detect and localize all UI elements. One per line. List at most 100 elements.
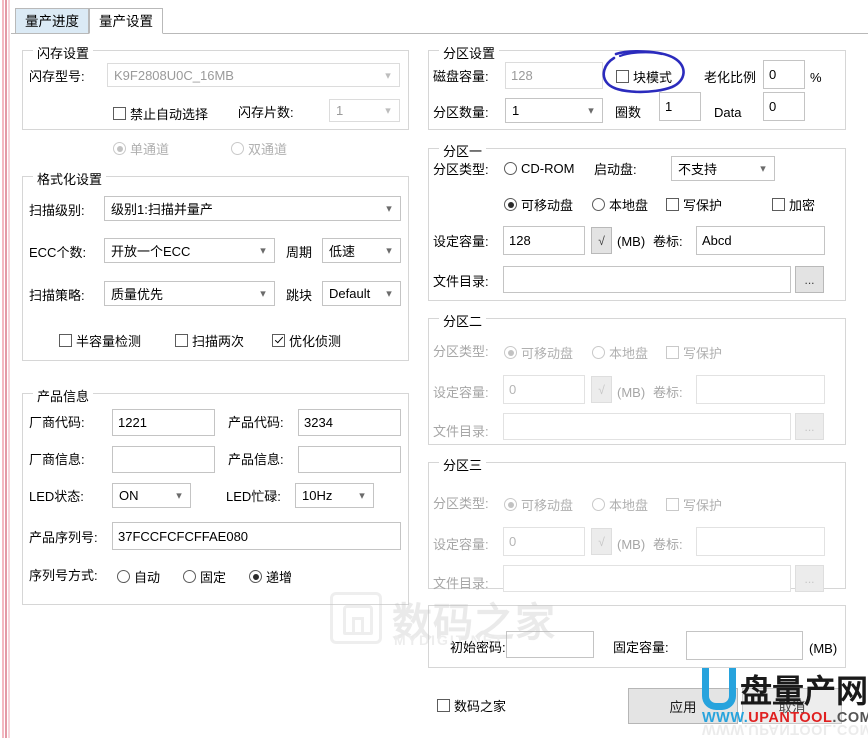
chevron-down-icon: ▾ [378, 202, 400, 215]
initial-password-input[interactable] [506, 631, 594, 658]
disk-capacity-input[interactable] [505, 62, 603, 89]
checkbox-box [437, 699, 450, 712]
radio-partition-one-removable[interactable]: 可移动盘 [504, 195, 573, 214]
partition-three-capacity-input[interactable] [503, 527, 585, 556]
scan-level-combo[interactable]: 级别1:扫描并量产 ▾ [104, 196, 401, 221]
label-partition-two-mb: (MB) [617, 385, 645, 401]
partition-two-capacity-confirm-button[interactable]: √ [591, 376, 612, 403]
chevron-down-icon: ▾ [252, 244, 274, 257]
partition-two-volume-input[interactable] [696, 375, 825, 404]
checkbox-label: 扫描两次 [192, 331, 244, 350]
checkbox-box [772, 198, 785, 211]
vendor-code-input[interactable] [112, 409, 215, 436]
product-code-input[interactable] [298, 409, 401, 436]
label-partition-two-dir: 文件目录: [433, 424, 489, 440]
flash-chip-count-combo[interactable]: 1 ▾ [329, 99, 400, 122]
checkbox-partition-one-write-protect[interactable]: 写保护 [666, 195, 722, 214]
vendor-info-input[interactable] [112, 446, 215, 473]
radio-label: 可移动盘 [521, 495, 573, 514]
checkbox-mydigit[interactable]: 数码之家 [437, 696, 506, 715]
led-busy-combo[interactable]: 10Hz ▾ [295, 483, 374, 508]
checkbox-half-capacity-check[interactable]: 半容量检测 [59, 331, 141, 350]
loop-count-input[interactable] [659, 92, 701, 121]
label-partition-two-volume: 卷标: [653, 385, 683, 401]
label-fixed-capacity-mb: (MB) [809, 641, 837, 657]
partition-three-dir-input[interactable] [503, 565, 791, 592]
partition-three-volume-input[interactable] [696, 527, 825, 556]
chevron-down-icon: ▾ [378, 287, 400, 300]
scan-policy-combo[interactable]: 质量优先 ▾ [104, 281, 275, 306]
checkbox-box [113, 107, 126, 120]
group-title-flash-settings: 闪存设置 [33, 43, 93, 62]
partition-two-capacity-input[interactable] [503, 375, 585, 404]
checkbox-box [272, 334, 285, 347]
radio-single-channel[interactable]: 单通道 [113, 139, 169, 158]
partition-one-dir-input[interactable] [503, 266, 791, 293]
led-state-combo[interactable]: ON ▾ [112, 483, 191, 508]
radio-partition-three-local[interactable]: 本地盘 [592, 495, 648, 514]
chevron-down-icon: ▾ [252, 287, 274, 300]
tab-production-progress[interactable]: 量产进度 [15, 8, 89, 34]
data-input[interactable] [763, 92, 805, 121]
logo-brand-cn: 盘量产网 [740, 666, 868, 712]
checkbox-box [666, 498, 679, 511]
tab-production-settings[interactable]: 量产设置 [89, 8, 163, 34]
period-combo[interactable]: 低速 ▾ [322, 238, 401, 263]
partition-two-browse-button[interactable]: ... [795, 413, 824, 440]
partition-two-dir-input[interactable] [503, 413, 791, 440]
flash-model-combo[interactable]: K9F2808U0C_16MB ▾ [107, 63, 400, 87]
partition-three-browse-button[interactable]: ... [795, 565, 824, 592]
radio-dual-channel[interactable]: 双通道 [231, 139, 287, 158]
checkbox-box [175, 334, 188, 347]
radio-partition-one-cdrom[interactable]: CD-ROM [504, 161, 574, 176]
logo-url-reflection-suffix: .COM [832, 721, 868, 737]
partition-count-value: 1 [506, 103, 580, 118]
checkbox-box [666, 346, 679, 359]
serial-number-input[interactable] [112, 522, 401, 550]
checkbox-label: 半容量检测 [76, 331, 141, 350]
radio-serial-mode-auto[interactable]: 自动 [117, 567, 160, 586]
checkbox-partition-one-encrypt[interactable]: 加密 [772, 195, 815, 214]
partition-one-capacity-input[interactable] [503, 226, 585, 255]
radio-label: 本地盘 [609, 495, 648, 514]
chevron-down-icon: ▾ [377, 104, 399, 117]
label-partition-count: 分区数量: [433, 105, 489, 121]
label-ecc-count: ECC个数: [29, 245, 86, 261]
partition-one-volume-input[interactable] [696, 226, 825, 255]
logo-url-reflection: WWW.UPANTOOL.COM [702, 721, 868, 737]
checkbox-scan-twice[interactable]: 扫描两次 [175, 331, 244, 350]
checkbox-disable-auto-select[interactable]: 禁止自动选择 [113, 104, 208, 123]
partition-one-boot-combo[interactable]: 不支持 ▾ [671, 156, 775, 181]
logo-url-reflection-prefix: WWW. [702, 721, 748, 737]
product-info-input[interactable] [298, 446, 401, 473]
checkbox-label: 优化侦测 [289, 331, 341, 350]
window-edge-stripe [2, 0, 4, 738]
checkbox-partition-two-write-protect[interactable]: 写保护 [666, 343, 722, 362]
skip-block-combo[interactable]: Default ▾ [322, 281, 401, 306]
partition-count-combo[interactable]: 1 ▾ [505, 98, 603, 123]
label-data: Data [714, 105, 741, 121]
group-title-format-settings: 格式化设置 [33, 169, 106, 188]
partition-one-capacity-confirm-button[interactable]: √ [591, 227, 612, 254]
checkbox-block-mode[interactable]: 块模式 [616, 67, 672, 86]
label-partition-three-capacity: 设定容量: [433, 537, 489, 553]
ecc-count-combo[interactable]: 开放一个ECC ▾ [104, 238, 275, 263]
logo-upantool: 盘量产网 WWW.UPANTOOL.COM WWW.UPANTOOL.COM [700, 666, 868, 730]
aging-ratio-input[interactable] [763, 60, 805, 89]
radio-serial-mode-increment[interactable]: 递增 [249, 567, 292, 586]
radio-label: 单通道 [130, 139, 169, 158]
radio-partition-two-removable[interactable]: 可移动盘 [504, 343, 573, 362]
radio-partition-one-local[interactable]: 本地盘 [592, 195, 648, 214]
radio-dot [504, 498, 517, 511]
checkbox-partition-three-write-protect[interactable]: 写保护 [666, 495, 722, 514]
radio-dot [592, 198, 605, 211]
label-partition-three-type: 分区类型: [433, 496, 489, 512]
radio-partition-two-local[interactable]: 本地盘 [592, 343, 648, 362]
radio-partition-three-removable[interactable]: 可移动盘 [504, 495, 573, 514]
radio-serial-mode-fixed[interactable]: 固定 [183, 567, 226, 586]
checkbox-optimize-detect[interactable]: 优化侦测 [272, 331, 341, 350]
label-percent: % [810, 70, 822, 86]
fixed-capacity-input[interactable] [686, 631, 803, 660]
partition-one-browse-button[interactable]: ... [795, 266, 824, 293]
partition-three-capacity-confirm-button[interactable]: √ [591, 528, 612, 555]
